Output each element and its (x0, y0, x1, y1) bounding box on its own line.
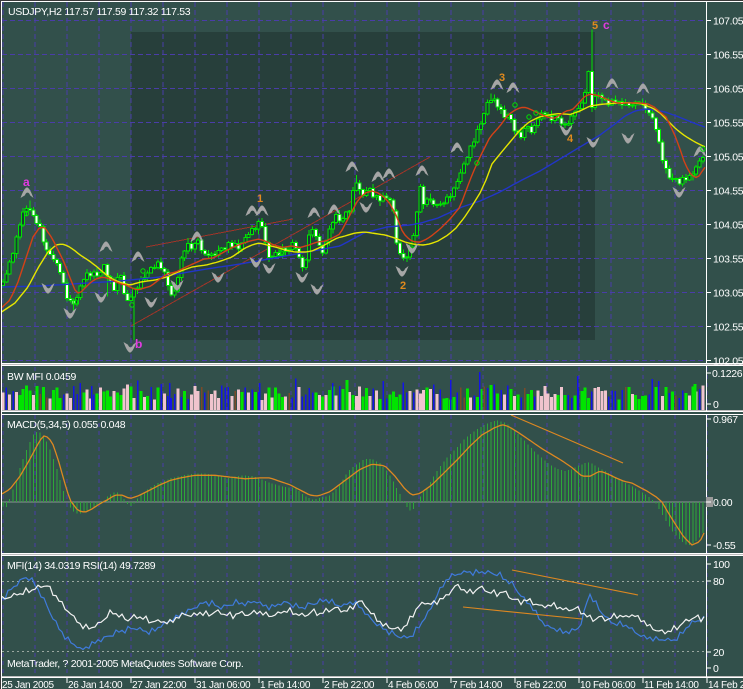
svg-text:5: 5 (592, 20, 598, 32)
svg-text:8 Feb 22:00: 8 Feb 22:00 (516, 680, 567, 689)
svg-text:100: 100 (713, 559, 730, 571)
svg-text:102.55: 102.55 (713, 322, 743, 334)
svg-text:0: 0 (713, 663, 719, 675)
svg-text:104.55: 104.55 (713, 186, 743, 198)
svg-text:0.967: 0.967 (713, 414, 738, 426)
svg-text:0.00: 0.00 (713, 497, 733, 509)
svg-text:b: b (135, 337, 142, 351)
svg-text:MetaTrader, ? 2001-2005 MetaQu: MetaTrader, ? 2001-2005 MetaQuotes Softw… (7, 658, 243, 670)
svg-text:27 Jan 22:00: 27 Jan 22:00 (132, 680, 187, 689)
svg-text:104.05: 104.05 (713, 220, 743, 232)
svg-text:MACD(5,34,5) 0.055 0.048: MACD(5,34,5) 0.055 0.048 (7, 419, 126, 431)
svg-text:3: 3 (499, 72, 505, 84)
svg-text:25 Jan 2005: 25 Jan 2005 (2, 680, 54, 689)
svg-text:11 Feb 14:00: 11 Feb 14:00 (644, 680, 699, 689)
svg-text:1: 1 (257, 193, 263, 205)
svg-text:0.1226: 0.1226 (712, 368, 743, 380)
svg-text:105.55: 105.55 (713, 118, 743, 130)
svg-text:MFI(14) 34.0319 RSI(14) 49.72: MFI(14) 34.0319 RSI(14) 49.7289 (7, 560, 156, 572)
svg-text:106.05: 106.05 (713, 84, 743, 96)
svg-text:106.55: 106.55 (713, 50, 743, 62)
svg-text:31 Jan 06:00: 31 Jan 06:00 (196, 680, 251, 689)
svg-text:c: c (603, 18, 610, 32)
svg-text:7 Feb 14:00: 7 Feb 14:00 (452, 680, 503, 689)
svg-text:BW MFI 0.0459: BW MFI 0.0459 (7, 371, 77, 383)
svg-text:2: 2 (400, 280, 406, 292)
svg-text:1 Feb 14:00: 1 Feb 14:00 (260, 680, 311, 689)
svg-text:80: 80 (713, 576, 725, 588)
svg-text:26 Jan 14:00: 26 Jan 14:00 (68, 680, 123, 689)
svg-text:a: a (23, 175, 30, 189)
svg-text:0: 0 (713, 399, 719, 411)
svg-text:102.05: 102.05 (713, 356, 743, 368)
svg-text:103.05: 103.05 (713, 288, 743, 300)
svg-text:105.05: 105.05 (713, 152, 743, 164)
svg-text:USDJPY,H2 117.57 117.59 117.3: USDJPY,H2 117.57 117.59 117.32 117.53 (8, 6, 191, 18)
svg-text:103.55: 103.55 (713, 254, 743, 266)
svg-text:-0.55: -0.55 (713, 540, 736, 552)
svg-text:107.05: 107.05 (713, 16, 743, 28)
svg-text:20: 20 (713, 647, 725, 659)
svg-text:14 Feb 2: 14 Feb 2 (708, 680, 743, 689)
svg-text:4 Feb 06:00: 4 Feb 06:00 (388, 680, 439, 689)
svg-text:10 Feb 06:00: 10 Feb 06:00 (580, 680, 636, 689)
svg-text:2 Feb 22:00: 2 Feb 22:00 (324, 680, 375, 689)
